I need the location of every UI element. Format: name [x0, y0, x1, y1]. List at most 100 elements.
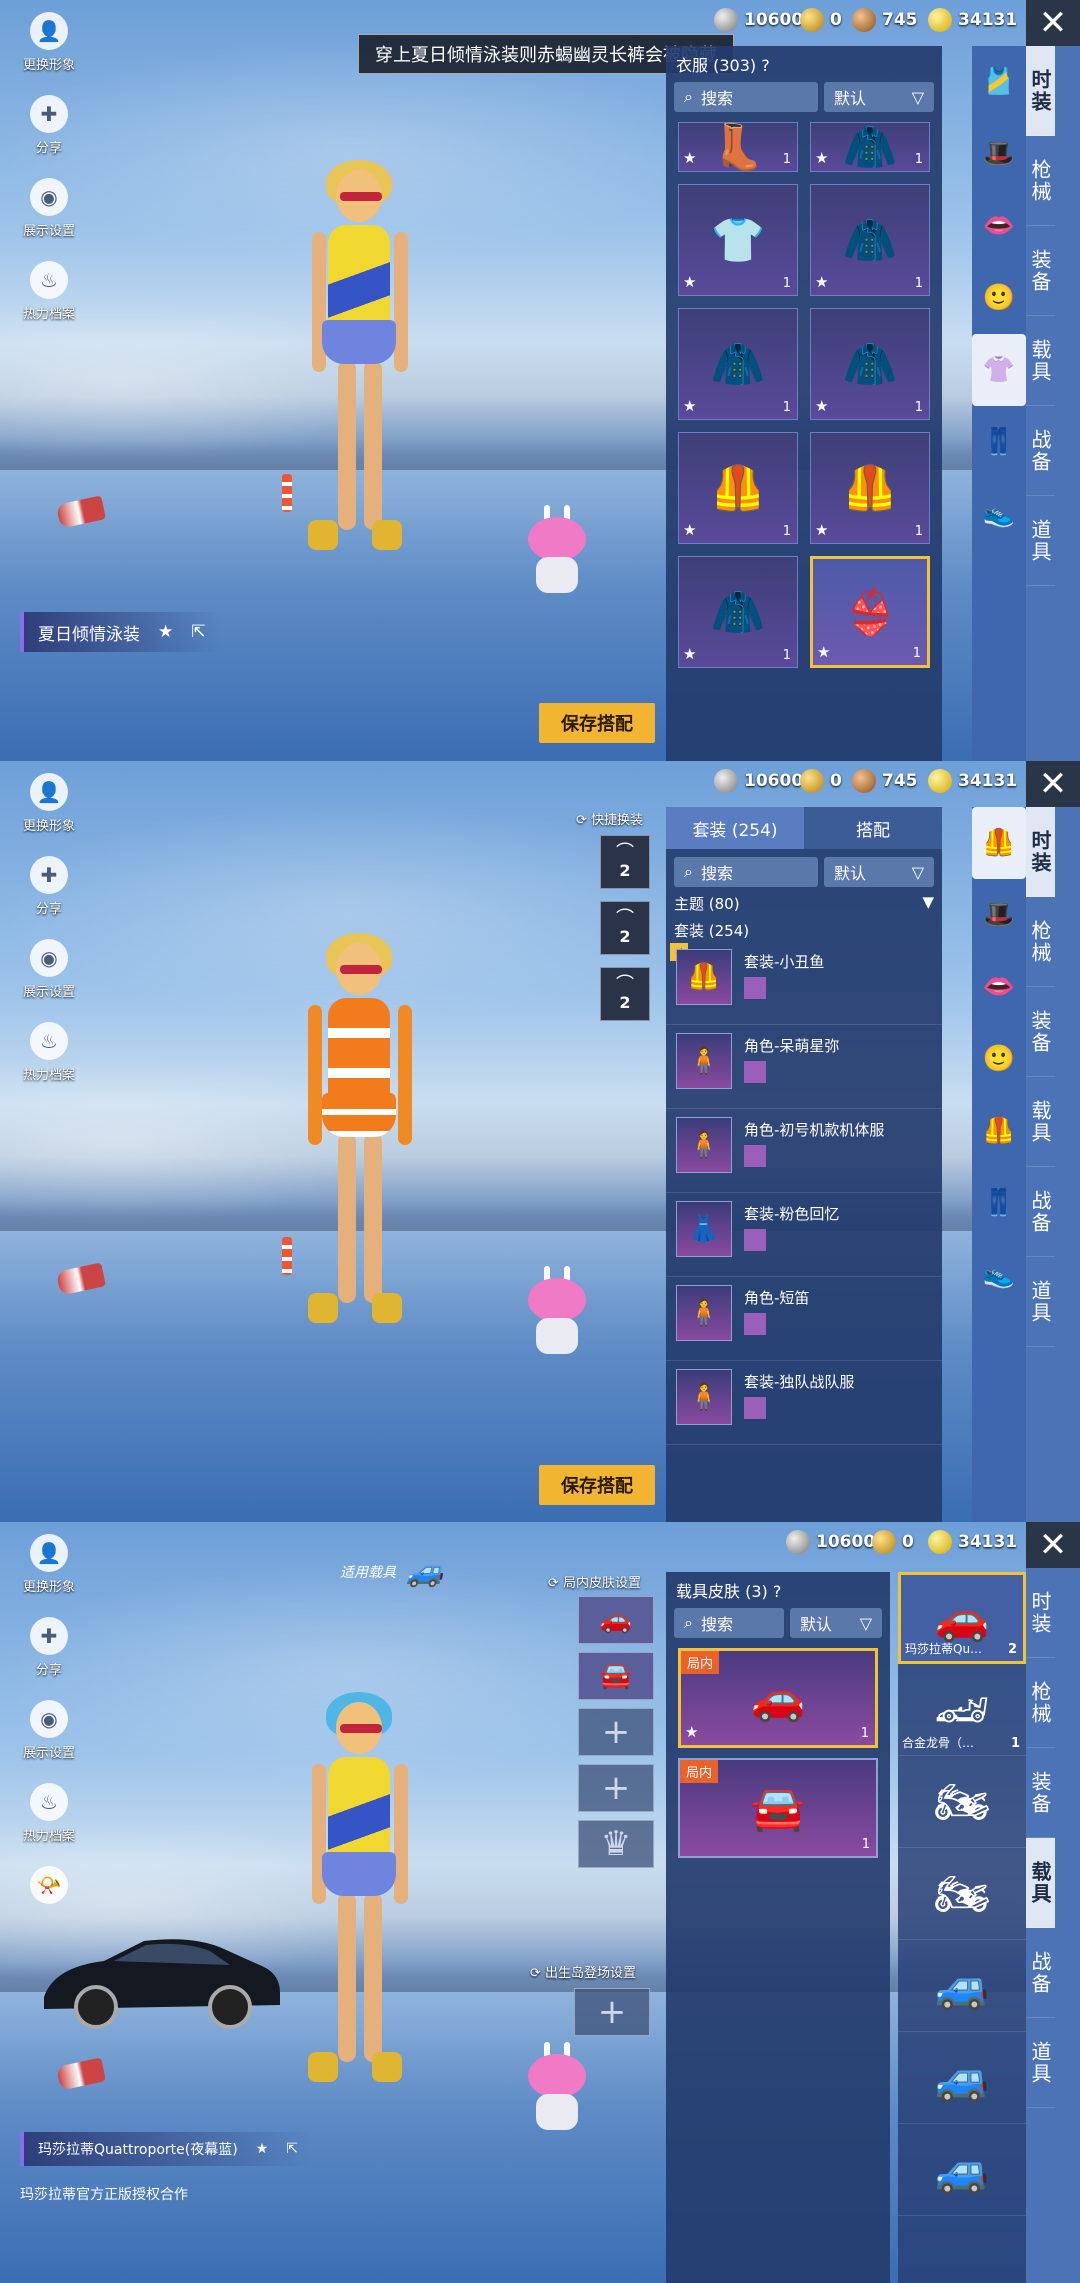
outfit-row[interactable]: ✓🦺套装-小丑鱼 [666, 941, 942, 1025]
tab-match[interactable]: 搭配 [804, 807, 942, 849]
search-input[interactable]: ⌕ 搜索 [674, 1608, 784, 1638]
item-cell[interactable]: 👢 ★ 1 [678, 122, 798, 173]
star-icon[interactable]: ★ [256, 2141, 269, 2157]
search-input[interactable]: ⌕ 搜索 [674, 82, 818, 112]
tab-vehicles[interactable]: 载具 [1026, 316, 1055, 406]
tab-fashion[interactable]: 时装 [1026, 807, 1055, 897]
outfit-row[interactable]: 🧍 角色-呆萌星弥 [666, 1025, 942, 1109]
save-outfit-button[interactable]: 保存搭配 [539, 1465, 655, 1505]
item-cell[interactable]: 🧥 ★ 1 [678, 308, 798, 420]
horn-button[interactable]: 📯 [14, 1866, 84, 1904]
empty-skin-slot[interactable]: + [578, 1708, 654, 1756]
tab-fashion[interactable]: 时装 [1026, 1568, 1055, 1658]
item-cell[interactable]: 🧥 ★ 1 [810, 184, 930, 296]
category-mask[interactable]: 👄 [972, 190, 1026, 262]
tab-equipment[interactable]: 装备 [1026, 987, 1055, 1077]
pet-robot[interactable] [522, 505, 592, 595]
vehicle-item[interactable]: 🚙 [898, 2124, 1026, 2216]
skin-settings-label[interactable]: ⟳ 局内皮肤设置 [548, 1572, 641, 1591]
change-avatar-button[interactable]: 👤 更换形象 [14, 12, 84, 73]
sort-dropdown[interactable]: 默认 ▽ [824, 857, 934, 887]
item-cell[interactable]: 🧥 ★ 1 [678, 556, 798, 668]
vehicle-item[interactable]: 🚙 [898, 2032, 1026, 2124]
item-cell[interactable]: 🦺 ★ 1 [810, 432, 930, 544]
theme-section-header[interactable]: 主题 (80) ▼ [666, 887, 942, 914]
tab-equipment[interactable]: 装备 [1026, 1748, 1055, 1838]
search-input[interactable]: ⌕ 搜索 [674, 857, 818, 887]
category-shoes[interactable]: 👟 [972, 478, 1026, 550]
pet-robot[interactable] [522, 1266, 592, 1356]
item-cell[interactable]: 🧥 ★ 1 [810, 122, 930, 173]
tab-battle-prep[interactable]: 战备 [1026, 406, 1055, 496]
item-cell[interactable]: 👕 ★ 1 [678, 184, 798, 296]
tab-guns[interactable]: 枪械 [1026, 897, 1055, 987]
help-icon[interactable]: ? [761, 56, 770, 75]
tab-guns[interactable]: 枪械 [1026, 1658, 1055, 1748]
category-mask[interactable]: 👄 [972, 951, 1026, 1023]
locked-skin-slot[interactable]: ♛ [578, 1820, 654, 1868]
pet-robot[interactable] [522, 2042, 592, 2132]
heat-archive-button[interactable]: ♨ 热力档案 [14, 1022, 84, 1083]
tab-vehicles[interactable]: 载具 [1026, 1838, 1055, 1928]
category-face[interactable]: 🙂 [972, 262, 1026, 334]
character-model[interactable] [300, 933, 420, 1323]
character-model[interactable] [300, 1692, 420, 2082]
tab-vehicles[interactable]: 载具 [1026, 1077, 1055, 1167]
item-cell[interactable]: 🧥 ★ 1 [810, 308, 930, 420]
vehicle-item[interactable]: 🚙 [898, 1940, 1026, 2032]
help-icon[interactable]: ? [773, 1582, 782, 1601]
vehicle-model[interactable] [34, 1927, 284, 2037]
quick-outfit-slot[interactable]: ⌒ 2 [600, 901, 650, 955]
outfit-row[interactable]: 🧍 角色-短笛 [666, 1277, 942, 1361]
tab-props[interactable]: 道具 [1026, 2018, 1055, 2108]
skin-slot-black-car[interactable]: 🚗 [578, 1596, 654, 1644]
close-button[interactable]: ✕ [1026, 1522, 1080, 1568]
outfit-row[interactable]: 👗 套装-粉色回忆 [666, 1193, 942, 1277]
quick-outfit-slot[interactable]: ⌒ 2 [600, 967, 650, 1021]
change-avatar-button[interactable]: 👤 更换形象 [14, 1534, 84, 1595]
category-shoes[interactable]: 👟 [972, 1239, 1026, 1311]
sort-dropdown[interactable]: 默认 ▽ [824, 82, 934, 112]
display-settings-button[interactable]: ◉ 展示设置 [14, 1700, 84, 1761]
tab-props[interactable]: 道具 [1026, 496, 1055, 586]
tab-battle-prep[interactable]: 战备 [1026, 1928, 1055, 2018]
category-hat[interactable]: 🎩 [972, 879, 1026, 951]
share-button[interactable]: ✚ 分享 [14, 856, 84, 917]
empty-spawn-slot[interactable]: + [574, 1988, 650, 2036]
category-hat[interactable]: 🎩 [972, 118, 1026, 190]
tab-battle-prep[interactable]: 战备 [1026, 1167, 1055, 1257]
empty-skin-slot[interactable]: + [578, 1764, 654, 1812]
category-pants[interactable]: 👖 [972, 406, 1026, 478]
close-button[interactable]: ✕ [1026, 761, 1080, 807]
outfit-row[interactable]: 🧍 套装-独队战队服 [666, 1361, 942, 1445]
quick-outfit-slot[interactable]: ⌒ 2 [600, 835, 650, 889]
category-suit[interactable]: 🦺 [972, 807, 1026, 879]
vehicle-item-alloy[interactable]: 🏎 合金龙骨（… 1 [898, 1664, 1026, 1756]
skin-card-black[interactable]: 局内 🚗 ★ 1 [678, 1648, 878, 1748]
skin-card-teal[interactable]: 局内 🚘 1 [678, 1758, 878, 1858]
close-button[interactable]: ✕ [1026, 0, 1080, 46]
tab-suits[interactable]: 套装 (254) [666, 807, 804, 849]
category-clothes[interactable]: 👚 [972, 334, 1026, 406]
category-suit[interactable]: 🎽 [972, 46, 1026, 118]
save-outfit-button[interactable]: 保存搭配 [539, 703, 655, 743]
skin-slot-teal-car[interactable]: 🚘 [578, 1652, 654, 1700]
vehicle-item[interactable]: 🏍 [898, 1848, 1026, 1940]
share-button[interactable]: ✚ 分享 [14, 95, 84, 156]
vehicle-item[interactable]: 🏍 [898, 1756, 1026, 1848]
heat-archive-button[interactable]: ♨ 热力档案 [14, 1783, 84, 1844]
share-icon[interactable]: ⇱ [286, 2141, 298, 2157]
heat-archive-button[interactable]: ♨ 热力档案 [14, 261, 84, 322]
category-clothes[interactable]: 🦺 [972, 1095, 1026, 1167]
sort-dropdown[interactable]: 默认 ▽ [790, 1608, 882, 1638]
tab-equipment[interactable]: 装备 [1026, 226, 1055, 316]
star-icon[interactable]: ★ [158, 622, 173, 642]
category-face[interactable]: 🙂 [972, 1023, 1026, 1095]
share-button[interactable]: ✚ 分享 [14, 1617, 84, 1678]
tab-props[interactable]: 道具 [1026, 1257, 1055, 1347]
tab-fashion[interactable]: 时装 [1026, 46, 1055, 136]
item-cell-selected[interactable]: 👙 ★ 1 [810, 556, 930, 668]
share-icon[interactable]: ⇱ [191, 622, 205, 642]
item-cell[interactable]: 🦺 ★ 1 [678, 432, 798, 544]
outfit-row[interactable]: 🧍 角色-初号机款机体服 [666, 1109, 942, 1193]
